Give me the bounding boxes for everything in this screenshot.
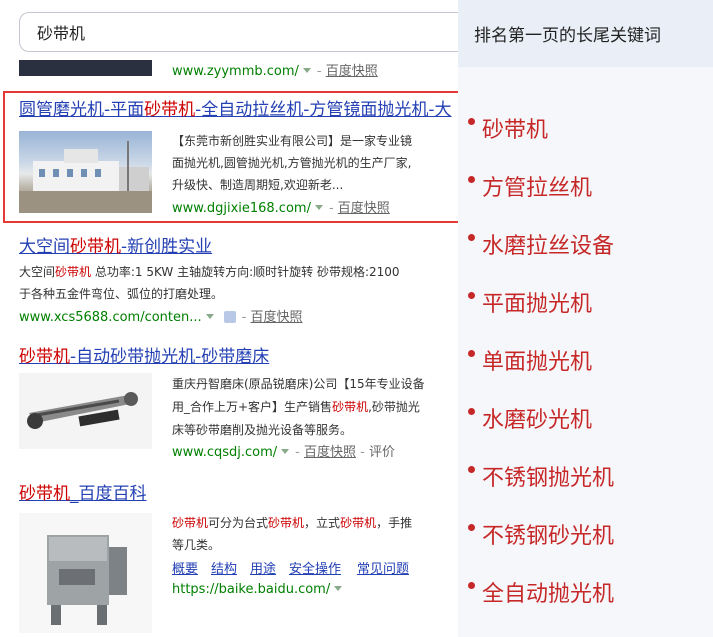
keyword-text: 单面抛光机: [482, 350, 593, 375]
baike-link-faq[interactable]: 常见问题: [357, 558, 409, 577]
keyword-item: 单面抛光机: [468, 344, 592, 376]
result-meta-2: www.xcs5688.com/conten... - 百度快照: [19, 310, 303, 325]
keyword-item: 平面抛光机: [468, 286, 592, 318]
desc-highlight: 砂带机: [340, 516, 377, 530]
search-results-panel: www.zyymmb.com/- 百度快照 圆管磨光机-平面砂带机-全自动拉丝机…: [0, 0, 458, 637]
result-desc-line: 于各种五金件弯位、弧位的打磨处理。: [19, 287, 224, 301]
desc-highlight: 砂带机: [268, 516, 305, 530]
result-url[interactable]: www.xcs5688.com/conten...: [19, 310, 202, 325]
result-thumbnail-machine[interactable]: [19, 373, 152, 449]
baike-link-structure[interactable]: 结构: [211, 558, 237, 577]
result-desc-line: 砂带机可分为台式砂带机，立式砂带机，手推: [172, 513, 412, 534]
result-title-3[interactable]: 砂带机-自动砂带抛光机-砂带磨床: [19, 346, 269, 368]
baike-link-safety[interactable]: 安全操作: [289, 558, 341, 577]
baike-link-usage[interactable]: 用途: [250, 558, 276, 577]
result-url[interactable]: www.dgjixie168.com/: [172, 201, 311, 216]
title-highlight: 砂带机: [144, 100, 196, 120]
kuaizhao-link[interactable]: 百度快照: [326, 64, 378, 79]
caret-down-icon[interactable]: [281, 449, 290, 454]
review-link[interactable]: 评价: [369, 445, 395, 460]
bullet-icon: [468, 292, 475, 299]
sidebar-title: 排名第一页的长尾关键词: [458, 0, 713, 67]
result-meta-4: https://baike.baidu.com/: [172, 581, 348, 598]
result-title-1[interactable]: 圆管磨光机-平面砂带机-全自动拉丝机-方管镜面抛光机-大: [19, 99, 452, 121]
caret-down-icon[interactable]: [314, 205, 323, 210]
title-text: -新创胜实业: [121, 237, 213, 257]
keyword-text: 水磨砂光机: [482, 408, 593, 433]
title-highlight: 砂带机: [19, 484, 70, 504]
result-desc-line: 【东莞市新创胜实业有限公司】是一家专业镜: [172, 134, 413, 148]
desc-highlight: 砂带机: [172, 516, 209, 530]
caret-down-icon[interactable]: [334, 586, 343, 591]
keyword-item: 不锈钢砂光机: [468, 518, 614, 550]
desc-highlight: 砂带机: [55, 265, 92, 279]
keyword-item: 全自动抛光机: [468, 576, 614, 608]
caret-down-icon[interactable]: [205, 314, 214, 319]
baike-link-overview[interactable]: 概要: [172, 558, 198, 577]
result-desc-line: 重庆丹智磨床(原品锐磨床)公司【15年专业设备: [172, 377, 425, 391]
result-title-2[interactable]: 大空间砂带机-新创胜实业: [19, 236, 212, 258]
desc-text: ，手推: [376, 516, 413, 530]
desc-text: 大空间: [19, 265, 56, 279]
title-highlight: 砂带机: [70, 237, 121, 257]
shield-icon: [223, 310, 236, 323]
desc-text: 用_合作上万+客户】生产销售: [172, 400, 333, 414]
bullet-icon: [468, 176, 475, 183]
previous-result-thumbnail[interactable]: [19, 60, 152, 76]
desc-text: 总功率:1 5KW 主轴旋转方向:顺时针旋转 砂带规格:2100: [91, 265, 400, 279]
result-desc-line: 用_合作上万+客户】生产销售砂带机,砂带抛光: [172, 397, 420, 418]
keyword-text: 平面抛光机: [482, 292, 593, 317]
keyword-text: 不锈钢抛光机: [482, 466, 615, 491]
result-desc-line: 大空间砂带机 总功率:1 5KW 主轴旋转方向:顺时针旋转 砂带规格:2100: [19, 262, 400, 283]
result-desc-line: 升级快、制造周期短,欢迎新老...: [172, 178, 344, 192]
bullet-icon: [468, 408, 475, 415]
result-desc-line: 面抛光机,圆管抛光机,方管抛光机的生产厂家,: [172, 156, 412, 170]
bullet-icon: [468, 582, 475, 589]
result-url[interactable]: https://baike.baidu.com/: [172, 582, 330, 597]
result-desc-line: 等几类。: [172, 538, 221, 552]
keyword-item: 不锈钢抛光机: [468, 460, 614, 492]
bullet-icon: [468, 524, 475, 531]
keyword-text: 砂带机: [482, 118, 549, 143]
keyword-item: 水磨砂光机: [468, 402, 592, 434]
result-thumbnail-building[interactable]: [19, 131, 152, 213]
keyword-item: 方管拉丝机: [468, 170, 592, 202]
search-box[interactable]: [19, 12, 458, 52]
result-meta-3: www.cqsdj.com/- 百度快照 - 评价: [172, 445, 395, 460]
keyword-item: 水磨拉丝设备: [468, 228, 614, 260]
result-url[interactable]: www.cqsdj.com/: [172, 445, 277, 460]
desc-highlight: 砂带机: [332, 400, 369, 414]
keyword-text: 全自动抛光机: [482, 582, 615, 607]
kuaizhao-link[interactable]: 百度快照: [250, 310, 302, 325]
result-title-4[interactable]: 砂带机_百度百科: [19, 483, 147, 505]
keyword-text: 水磨拉丝设备: [482, 234, 615, 259]
desc-text: 可分为台式: [208, 516, 269, 530]
desc-text: ，立式: [304, 516, 341, 530]
kuaizhao-link[interactable]: 百度快照: [338, 201, 390, 216]
keyword-text: 不锈钢砂光机: [482, 524, 615, 549]
search-input[interactable]: [20, 13, 457, 51]
bullet-icon: [468, 118, 475, 125]
caret-down-icon[interactable]: [302, 68, 311, 73]
title-text: -全自动拉丝机-方管镜面抛光机-大: [195, 100, 452, 120]
result-meta-1: www.dgjixie168.com/- 百度快照: [172, 201, 390, 216]
desc-text: ,砂带抛光: [368, 400, 420, 414]
result-url[interactable]: www.zyymmb.com/: [172, 64, 299, 79]
keyword-sidebar: 排名第一页的长尾关键词 砂带机 方管拉丝机 水磨拉丝设备 平面抛光机 单面抛光机…: [458, 0, 713, 637]
previous-result-meta: www.zyymmb.com/- 百度快照: [172, 64, 378, 79]
result-desc-line: 床等砂带磨削及抛光设备等服务。: [172, 423, 353, 437]
keyword-text: 方管拉丝机: [482, 176, 593, 201]
bullet-icon: [468, 466, 475, 473]
title-text: -自动砂带抛光机-砂带磨床: [70, 347, 270, 367]
bullet-icon: [468, 234, 475, 241]
result-thumbnail-baike[interactable]: [19, 513, 152, 633]
title-highlight: 砂带机: [19, 347, 70, 367]
kuaizhao-link[interactable]: 百度快照: [304, 445, 356, 460]
bullet-icon: [468, 350, 475, 357]
title-text: _百度百科: [70, 484, 147, 504]
keyword-item: 砂带机: [468, 112, 548, 144]
title-text: 大空间: [19, 237, 70, 257]
title-text: 圆管磨光机-平面: [19, 100, 145, 120]
